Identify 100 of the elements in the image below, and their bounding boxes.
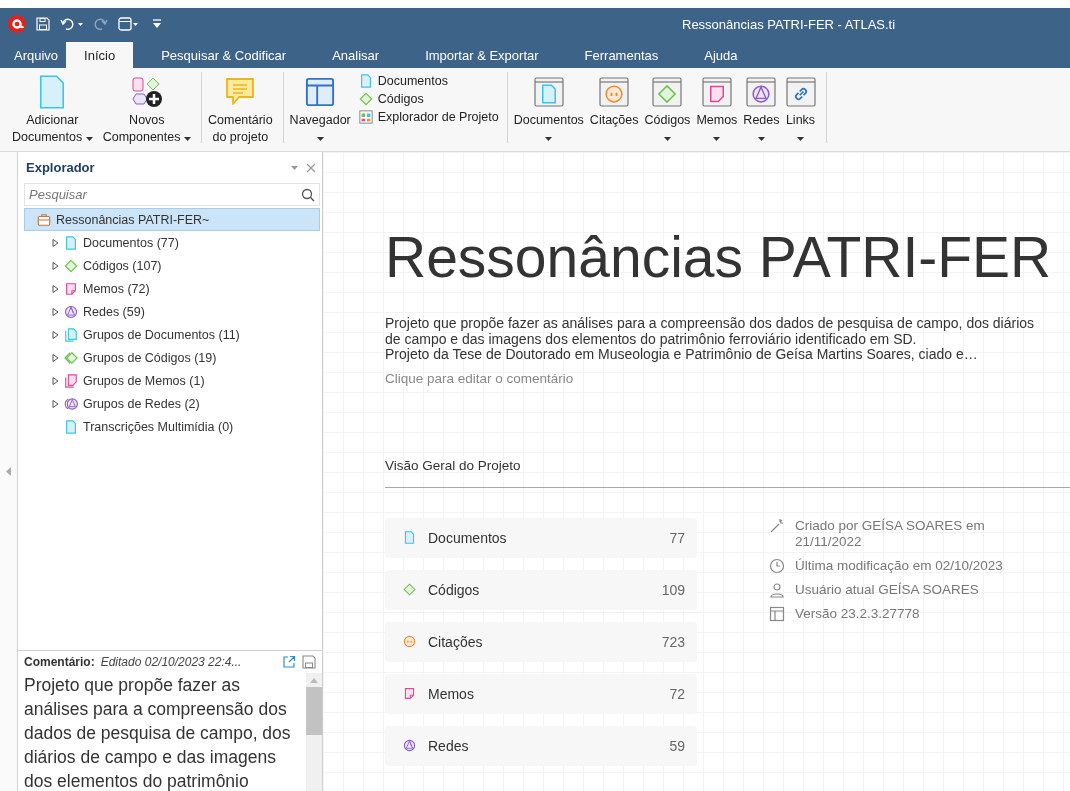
new-components-icon xyxy=(130,76,163,108)
description-text: Projeto que propõe fazer as análises para a compreensão dos dados de pesquisa de campo, dos diários de campo e das imagens dos elementos do patrimônio ferroviário identificado em SD. xyxy=(385,316,1036,347)
tree-item[interactable]: Grupos de Memos (1) xyxy=(24,369,320,392)
document-icon xyxy=(403,531,416,544)
notes-icon xyxy=(64,373,78,388)
network-icon xyxy=(403,739,416,752)
tree-item[interactable]: Redes (59) xyxy=(24,300,320,323)
expand-icon[interactable] xyxy=(51,307,59,316)
documents-icon xyxy=(64,327,78,342)
redo-icon xyxy=(94,17,108,31)
networks-icon xyxy=(64,396,78,411)
expand-icon[interactable] xyxy=(51,376,59,385)
stat-card[interactable]: Redes 59 xyxy=(385,725,697,766)
quote-icon xyxy=(403,635,416,648)
window-icon xyxy=(785,77,816,107)
stat-card[interactable]: Códigos 109 xyxy=(385,569,697,610)
ribbon-button[interactable]: Adicionar Documentos xyxy=(10,72,95,146)
expand-icon[interactable] xyxy=(51,399,59,408)
section-heading: Visão Geral do Projeto xyxy=(385,457,1070,488)
ribbon-button[interactable]: Novos Componentes xyxy=(100,72,193,146)
tree-item[interactable]: Códigos (107) xyxy=(24,254,320,277)
ribbon-link[interactable]: Códigos xyxy=(358,92,499,106)
ribbon-link[interactable]: Explorador de Projeto xyxy=(358,110,499,124)
edited-date: Editado 02/10/2023 22:4... xyxy=(100,655,243,669)
save-icon[interactable] xyxy=(302,655,316,669)
diamond-icon xyxy=(64,258,78,273)
magic-wand-icon xyxy=(769,517,785,534)
caret-icon xyxy=(291,165,298,170)
document-icon xyxy=(64,419,78,434)
ribbon-button[interactable]: Comentário do projeto xyxy=(206,72,275,146)
ribbon-button[interactable]: Documentos xyxy=(511,72,586,146)
ribbon-button[interactable]: Links xyxy=(783,72,818,146)
expand-icon[interactable] xyxy=(51,284,59,293)
window-title: Ressonâncias PATRI-FER - ATLAS.ti xyxy=(682,17,896,32)
ribbon-button[interactable]: Códigos xyxy=(642,72,693,146)
ribbon-tab[interactable]: Importar & Exportar xyxy=(407,42,557,68)
search-input[interactable]: Pesquisar xyxy=(29,185,301,204)
expand-icon[interactable] xyxy=(51,261,59,270)
collapse-handle-icon[interactable] xyxy=(6,467,11,476)
info-text: Usuário atual GEÍSA SOARES xyxy=(795,581,979,598)
ribbon-button[interactable]: Citações xyxy=(587,72,641,129)
close-icon[interactable] xyxy=(306,162,316,173)
explorer-icon xyxy=(358,110,373,124)
ribbon-tab[interactable]: Arquivo xyxy=(6,42,67,68)
ribbon-tab[interactable]: Ferramentas xyxy=(566,42,677,68)
note-icon xyxy=(64,281,78,296)
panel-icon xyxy=(769,605,785,622)
stat-card[interactable]: Citações 723 xyxy=(385,621,697,662)
diamond-icon xyxy=(403,583,416,596)
tree-item[interactable]: Memos (72) xyxy=(24,277,320,300)
expand-icon[interactable] xyxy=(51,353,59,362)
window-icon xyxy=(599,77,630,107)
ribbon-button[interactable]: Memos xyxy=(694,72,740,146)
window-icon xyxy=(533,77,564,107)
clock-icon xyxy=(769,557,785,574)
window-icon xyxy=(746,77,777,107)
tree-item[interactable]: Grupos de Documentos (11) xyxy=(24,323,320,346)
network-icon xyxy=(64,304,78,319)
ribbon-tab[interactable]: Analisar xyxy=(314,42,398,68)
scrollbar[interactable] xyxy=(306,673,322,791)
stat-card[interactable]: Memos 72 xyxy=(385,673,697,714)
expand-icon[interactable] xyxy=(51,238,59,247)
note-icon xyxy=(403,687,416,700)
ribbon-link[interactable]: Documentos xyxy=(358,74,499,88)
tree-item[interactable]: Grupos de Códigos (19) xyxy=(24,346,320,369)
info-text: Criado por GEÍSA SOARES em 21/11/2022 xyxy=(795,517,986,550)
tree-item[interactable]: Ressonâncias PATRI-FER~ xyxy=(24,208,320,231)
user-icon xyxy=(769,581,785,598)
ribbon-button[interactable]: Redes xyxy=(741,72,782,146)
search-icon xyxy=(301,187,315,202)
description-text: Projeto da Tese de Doutorado em Museologia e Patrimônio de Geísa Martins Soares, ciado e… xyxy=(385,347,979,363)
ribbon-tab[interactable]: Pesquisar & Codificar xyxy=(143,42,305,68)
customize-icon[interactable] xyxy=(152,18,162,30)
diamonds-icon xyxy=(64,350,78,365)
info-text: Última modificação em 02/10/2023 xyxy=(795,557,1003,574)
comment-text[interactable]: Projeto que propõe fazer as análises para a compreensão dos dados de pesquisa de campo, dos diários de campo e das imagens dos elementos do patrimônio xyxy=(18,673,306,791)
comment-placeholder[interactable]: Clique para editar o comentário xyxy=(385,370,1070,386)
open-external-icon[interactable] xyxy=(282,655,296,669)
search-field[interactable]: Pesquisar xyxy=(24,183,320,206)
layout-icon xyxy=(305,77,336,107)
panel-title: Explorador xyxy=(26,160,95,175)
tree-item[interactable]: Transcrições Multimídia (0) xyxy=(24,415,320,438)
ribbon-button[interactable]: Navegador xyxy=(287,72,353,146)
briefcase-icon xyxy=(37,212,51,227)
ribbon-tab[interactable]: Início xyxy=(66,42,134,68)
document-icon xyxy=(64,235,78,250)
window-icon xyxy=(701,77,732,107)
speech-bubble-icon xyxy=(224,76,257,108)
undo-icon[interactable] xyxy=(60,17,84,31)
document-icon xyxy=(358,74,373,88)
app-logo-icon xyxy=(8,15,26,33)
comment-label: Comentário: xyxy=(24,655,95,669)
ribbon-tab[interactable]: Ajuda xyxy=(686,42,756,68)
tree-item[interactable]: Documentos (77) xyxy=(24,231,320,254)
window-icon xyxy=(652,77,683,107)
expand-icon[interactable] xyxy=(51,330,59,339)
diamond-icon xyxy=(358,92,373,106)
tree-item[interactable]: Grupos de Redes (2) xyxy=(24,392,320,415)
info-text: Versão 23.2.3.27778 xyxy=(795,605,920,622)
stat-card[interactable]: Documentos 77 xyxy=(385,517,697,558)
